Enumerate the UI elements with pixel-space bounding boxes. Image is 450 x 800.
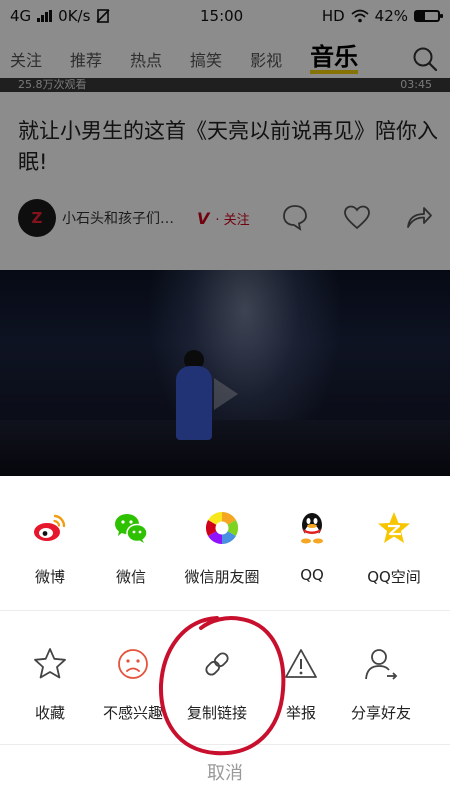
sheet-divider-bottom — [0, 744, 450, 745]
sad-face-icon — [118, 649, 148, 679]
share-sheet: 微博 微信 微信朋友圈 QQ QQ空间 收藏 不感兴趣 复制链接 举报 分享好友… — [0, 476, 450, 800]
share-friend-button[interactable]: 分享好友 — [336, 636, 426, 746]
qzone-icon — [378, 512, 410, 543]
sheet-divider — [0, 610, 450, 611]
report-button[interactable]: 举报 — [256, 636, 346, 746]
wechat-icon — [115, 514, 148, 543]
cancel-button[interactable]: 取消 — [0, 754, 450, 794]
share-qzone[interactable]: QQ空间 — [349, 500, 439, 610]
share-wechat[interactable]: 微信 — [86, 500, 176, 610]
share-weibo[interactable]: 微博 — [5, 500, 95, 610]
share-qq[interactable]: QQ — [267, 500, 357, 610]
link-icon — [205, 652, 229, 676]
star-icon — [34, 648, 66, 679]
not-interested-button[interactable]: 不感兴趣 — [88, 636, 178, 746]
qq-icon — [301, 513, 323, 544]
dim-overlay[interactable] — [0, 0, 450, 476]
user-share-icon — [365, 649, 398, 680]
copy-link-button[interactable]: 复制链接 — [172, 636, 262, 746]
share-qzone-label: QQ空间 — [367, 568, 421, 586]
share-friend-label: 分享好友 — [350, 704, 411, 722]
share-targets-row: 微博 微信 微信朋友圈 QQ QQ空间 — [0, 500, 450, 620]
moments-icon — [205, 511, 239, 545]
share-moments[interactable]: 微信朋友圈 — [177, 500, 267, 610]
weibo-icon — [34, 514, 66, 541]
favorite-button[interactable]: 收藏 — [5, 636, 95, 746]
actions-row: 收藏 不感兴趣 复制链接 举报 分享好友 — [0, 636, 450, 756]
screen: 4G 0K/s 15:00 HD 42% 关注 推荐 热点 搞笑 影视 音乐 2… — [0, 0, 450, 800]
warning-icon — [285, 649, 317, 678]
